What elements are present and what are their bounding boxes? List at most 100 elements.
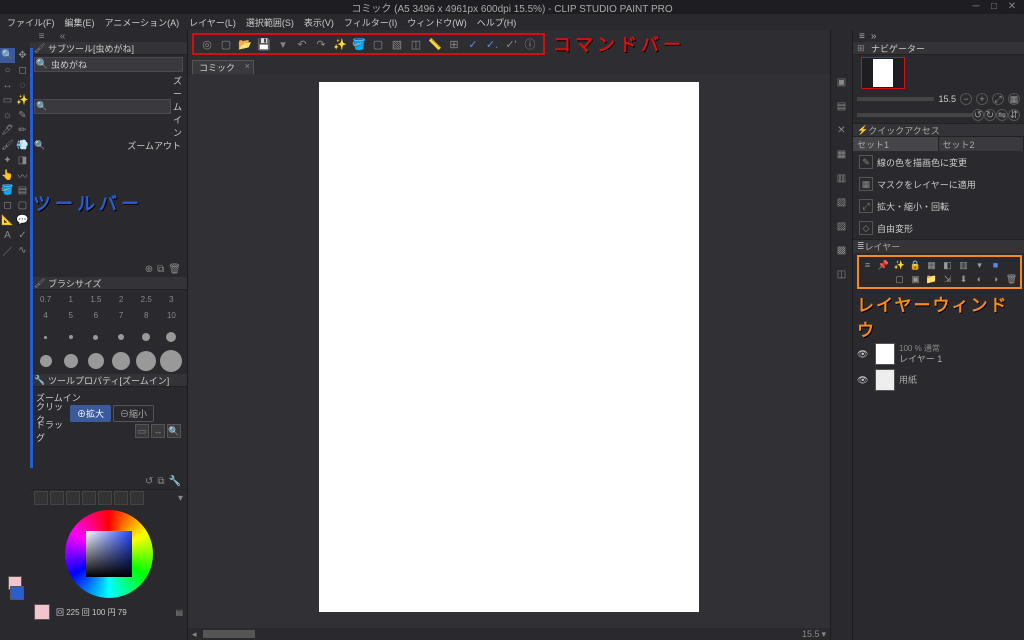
size-dot[interactable] — [109, 350, 132, 372]
enlarge-radio[interactable]: ⊕拡大 — [70, 405, 111, 422]
size-label[interactable]: 3 — [160, 292, 183, 306]
rotate-slider[interactable] — [857, 113, 972, 117]
color-tab-d-icon[interactable] — [82, 491, 96, 505]
size-dot[interactable] — [160, 326, 183, 348]
layer-mask2-icon[interactable]: ◐ — [973, 273, 986, 285]
redo-icon[interactable]: ↷ — [312, 35, 330, 53]
new-file-icon[interactable]: ▢ — [217, 35, 235, 53]
close-tab-icon[interactable]: × — [245, 61, 250, 71]
menu-layer[interactable]: レイヤー(L) — [186, 16, 239, 29]
size-label[interactable]: 1.5 — [84, 292, 107, 306]
drag-option-b-icon[interactable]: ↔ — [151, 424, 165, 438]
layer-transfer-icon[interactable]: ⇲ — [941, 273, 954, 285]
dock-a-icon[interactable]: ▣ — [834, 74, 850, 90]
lasso-tool-icon[interactable]: ◌ — [15, 78, 30, 93]
size-label[interactable]: 4 — [34, 308, 57, 322]
size-label[interactable]: 0.7 — [34, 292, 57, 306]
actual-button[interactable]: ▦ — [1008, 93, 1020, 105]
qa-set2-tab[interactable]: セット2 — [939, 137, 1024, 151]
layer-thumbnail[interactable] — [875, 343, 895, 365]
open-file-icon[interactable]: 📂 — [236, 35, 254, 53]
zoom-out-button[interactable]: − — [960, 93, 972, 105]
eyedropper-tool-icon[interactable]: ✎ — [15, 108, 30, 123]
close-window-button[interactable]: ✕ — [1004, 0, 1020, 12]
gradient-tool-icon[interactable]: ▤ — [15, 183, 30, 198]
color-tab-f-icon[interactable] — [114, 491, 128, 505]
scroll-left-icon[interactable]: ◂ — [192, 629, 197, 640]
fill-tool-icon[interactable]: 🪣 — [0, 183, 15, 198]
help-cmd-icon[interactable]: ⓘ — [521, 35, 539, 53]
operation-tool-icon[interactable]: ○ — [0, 63, 15, 78]
flip-h-icon[interactable]: ⇋ — [996, 109, 1008, 121]
new-folder-icon[interactable]: 📁 — [925, 273, 938, 285]
dock-e-icon[interactable]: ▥ — [834, 170, 850, 186]
layer-eq-icon[interactable]: ≡ — [861, 259, 874, 271]
size-dot[interactable] — [135, 326, 158, 348]
hscroll-thumb[interactable] — [203, 630, 255, 638]
zoom-slider[interactable] — [857, 97, 934, 101]
color-tab-e-icon[interactable] — [98, 491, 112, 505]
size-dot[interactable] — [34, 350, 57, 372]
invert-sel-icon[interactable]: ◫ — [407, 35, 425, 53]
delete-subtool-icon[interactable]: 🗑 — [168, 264, 181, 275]
size-dot[interactable] — [34, 326, 57, 348]
right-arrow-icon[interactable]: » — [871, 31, 877, 42]
size-label[interactable]: 7 — [109, 308, 132, 322]
balloon-tool-icon[interactable]: 💬 — [15, 213, 30, 228]
eraser-tool-icon[interactable]: ◨ — [15, 153, 30, 168]
ruler-tool-icon[interactable]: 📐 — [0, 213, 15, 228]
size-dot[interactable] — [59, 326, 82, 348]
menu-window[interactable]: ウィンドウ(W) — [404, 16, 470, 29]
color-history-icon[interactable]: ▤ — [175, 608, 183, 617]
layer-pin-icon[interactable]: 📌 — [877, 259, 890, 271]
size-dot[interactable] — [109, 326, 132, 348]
text-tool-icon[interactable]: A — [0, 228, 15, 243]
layer-thumbnail[interactable] — [875, 369, 895, 391]
color-square[interactable] — [86, 531, 132, 577]
menu-edit[interactable]: 編集(E) — [62, 16, 98, 29]
size-label[interactable]: 8 — [135, 308, 158, 322]
size-dot[interactable] — [59, 350, 82, 372]
layer-lock-icon[interactable]: 🔒 — [909, 259, 922, 271]
add-subtool-icon[interactable]: ⊕ — [145, 264, 153, 275]
undo-icon[interactable]: ↶ — [293, 35, 311, 53]
canvas[interactable] — [319, 82, 699, 612]
menu-anim[interactable]: アニメーション(A) — [102, 16, 183, 29]
marquee-tool-icon[interactable]: ▭ — [0, 93, 15, 108]
subtool-name-input[interactable] — [49, 60, 182, 70]
wrench2-icon[interactable]: 🔧 — [169, 476, 181, 487]
snap-special-icon[interactable]: ✓. — [483, 35, 501, 53]
dock-h-icon[interactable]: ▩ — [834, 242, 850, 258]
brush-tool-icon[interactable]: 🖌 — [0, 138, 15, 153]
layer-row[interactable]: 👁 用紙 — [853, 367, 1024, 393]
menu-file[interactable]: ファイル(F) — [4, 16, 58, 29]
menu-select[interactable]: 選択範囲(S) — [243, 16, 297, 29]
rotate-cw-icon[interactable]: ↻ — [984, 109, 996, 121]
layer-ref-icon[interactable]: ▦ — [925, 259, 938, 271]
magnifier-tool-icon[interactable]: 🔍 — [0, 48, 15, 63]
menu-view[interactable]: 表示(V) — [301, 16, 337, 29]
frame-tool-icon[interactable]: ▢ — [15, 198, 30, 213]
smudge-tool-icon[interactable]: 〰 — [15, 168, 30, 183]
layer-color-icon[interactable]: ■ — [989, 259, 1002, 271]
qa-item[interactable]: ◇自由変形 — [853, 217, 1024, 239]
snap-grid-icon[interactable]: ✓' — [502, 35, 520, 53]
size-label[interactable]: 2 — [109, 292, 132, 306]
background-color-swatch[interactable] — [10, 586, 24, 600]
size-label[interactable]: 6 — [84, 308, 107, 322]
color-tab-c-icon[interactable] — [66, 491, 80, 505]
object-tool-icon[interactable]: ◻ — [15, 63, 30, 78]
color-tab-b-icon[interactable] — [50, 491, 64, 505]
size-dot[interactable] — [84, 350, 107, 372]
line-tool-icon[interactable]: ／ — [0, 243, 15, 258]
curve-tool-icon[interactable]: ∿ — [15, 243, 30, 258]
size-label[interactable]: 5 — [59, 308, 82, 322]
color-tab-g-icon[interactable] — [130, 491, 144, 505]
save-file-icon[interactable]: 💾 — [255, 35, 273, 53]
rotate-ccw-icon[interactable]: ↺ — [972, 109, 984, 121]
drag-option-a-icon[interactable]: ▭ — [135, 424, 149, 438]
collapse-right-icon[interactable]: ≡ — [859, 31, 865, 42]
qa-set1-tab[interactable]: セット1 — [853, 137, 939, 151]
color-wheel[interactable] — [65, 510, 153, 598]
navigator-thumbnail[interactable] — [861, 57, 905, 89]
